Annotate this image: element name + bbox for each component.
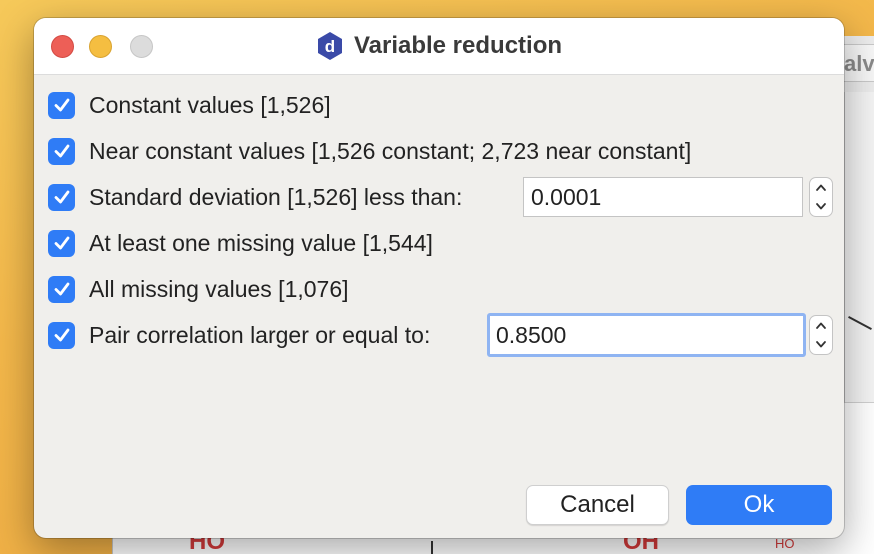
option-pair-correlation[interactable]: Pair correlation larger or equal to: 0.8…	[48, 312, 838, 358]
option-label: Standard deviation [1,526] less than:	[89, 183, 463, 210]
checkmark-icon	[54, 98, 69, 112]
checkbox-missing-value[interactable]	[48, 229, 75, 257]
option-label: Near constant values [1,526 constant; 2,…	[89, 137, 692, 164]
ok-button[interactable]: Ok	[686, 485, 832, 525]
svg-text:d: d	[325, 37, 335, 56]
pair-correlation-input[interactable]: 0.8500	[487, 313, 806, 357]
chevron-down-icon[interactable]	[815, 202, 827, 211]
pair-correlation-stepper[interactable]	[809, 315, 833, 355]
checkmark-icon	[54, 282, 69, 296]
checkbox-constant-values[interactable]	[48, 91, 75, 119]
checkbox-standard-deviation[interactable]	[48, 183, 75, 211]
checkmark-icon	[54, 190, 69, 204]
option-label: All missing values [1,076]	[89, 275, 349, 302]
molecule-label: HO	[775, 536, 795, 551]
option-near-constant-values[interactable]: Near constant values [1,526 constant; 2,…	[48, 128, 838, 174]
chevron-up-icon[interactable]	[815, 321, 827, 330]
option-label: At least one missing value [1,544]	[89, 229, 433, 256]
option-constant-values[interactable]: Constant values [1,526]	[48, 82, 838, 128]
sd-threshold-stepper[interactable]	[809, 177, 833, 217]
bond-line	[848, 316, 872, 330]
title-container: d Variable reduction	[34, 18, 844, 74]
cancel-button[interactable]: Cancel	[526, 485, 669, 525]
option-label: Pair correlation larger or equal to:	[89, 321, 431, 348]
checkmark-icon	[54, 328, 69, 342]
checkbox-pair-correlation[interactable]	[48, 321, 75, 349]
option-label: Constant values [1,526]	[89, 91, 331, 118]
app-logo-icon: d	[317, 32, 342, 60]
option-standard-deviation[interactable]: Standard deviation [1,526] less than: 0.…	[48, 174, 838, 220]
checkbox-all-missing-values[interactable]	[48, 275, 75, 303]
chevron-down-icon[interactable]	[815, 340, 827, 349]
checkmark-icon	[54, 144, 69, 158]
options-list: Constant values [1,526] Near constant va…	[48, 82, 838, 358]
checkbox-near-constant-values[interactable]	[48, 137, 75, 165]
chevron-up-icon[interactable]	[815, 183, 827, 192]
checkmark-icon	[54, 236, 69, 250]
dialog-title: Variable reduction	[353, 32, 563, 59]
sd-threshold-input[interactable]: 0.0001	[523, 177, 803, 217]
background-side-panel	[844, 92, 874, 403]
title-bar: d Variable reduction	[34, 18, 844, 75]
bond-line	[431, 541, 433, 554]
variable-reduction-dialog: d Variable reduction Constant values [1,…	[34, 18, 844, 538]
option-all-missing-values[interactable]: All missing values [1,076]	[48, 266, 838, 312]
option-missing-value[interactable]: At least one missing value [1,544]	[48, 220, 838, 266]
